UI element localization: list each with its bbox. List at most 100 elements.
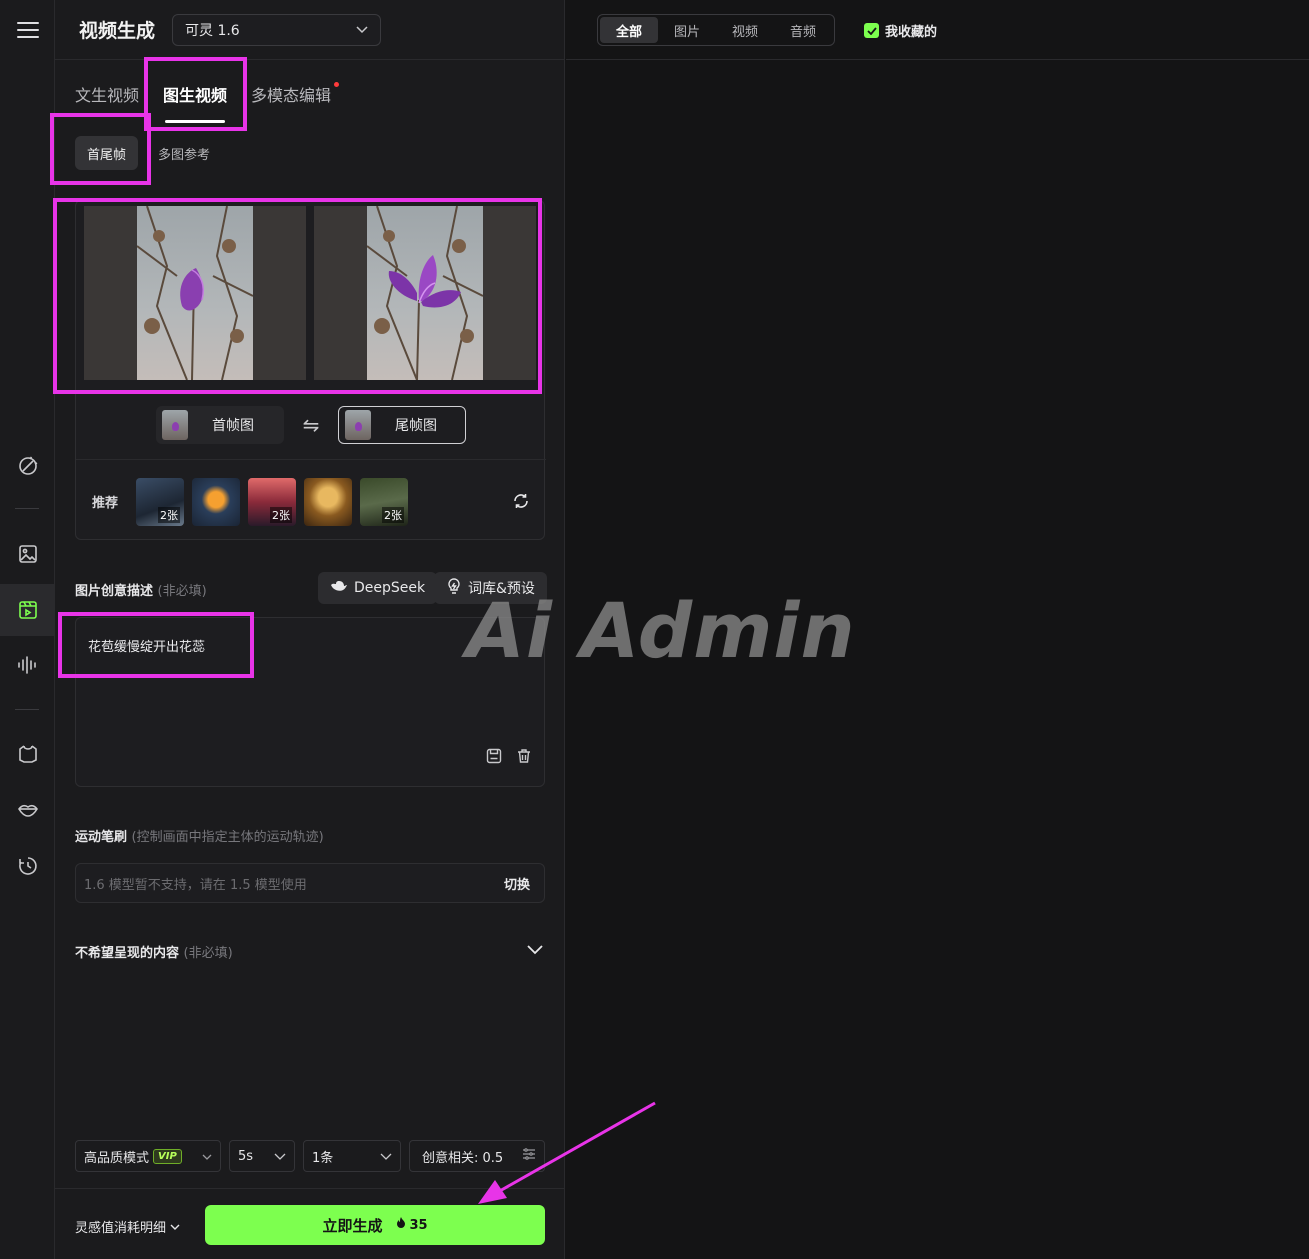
negative-section-label: 不希望呈现的内容 (非必填) (75, 942, 233, 961)
filter-image[interactable]: 图片 (658, 17, 716, 43)
recommend-item[interactable]: 2张 (248, 478, 296, 526)
trash-icon[interactable] (516, 748, 532, 768)
sub-tabs: 首尾帧 多图参考 (75, 136, 222, 170)
menu-icon[interactable] (0, 10, 55, 50)
frame-toggle: 首帧图 ⇋ 尾帧图 (156, 406, 466, 444)
duration-select[interactable]: 5s (229, 1140, 295, 1172)
brush-input[interactable]: 1.6 模型暂不支持，请在 1.5 模型使用 切换 (75, 863, 545, 903)
cost-detail-label: 灵感值消耗明细 (75, 1221, 167, 1236)
last-frame-image[interactable] (314, 206, 536, 380)
refresh-icon[interactable] (512, 492, 530, 514)
results-header: 全部 图片 视频 音频 我收藏的 (566, 0, 1309, 60)
generation-options: 高品质模式 VIP 5s 1条 创意相关: 0.5 (75, 1140, 545, 1172)
last-frame-button[interactable]: 尾帧图 (338, 406, 466, 444)
recommend-item[interactable] (192, 478, 240, 526)
last-frame-label: 尾帧图 (395, 418, 437, 434)
filter-audio[interactable]: 音频 (774, 17, 832, 43)
chevron-down-icon (170, 1219, 180, 1234)
generate-label: 立即生成 (322, 1216, 383, 1235)
rail-divider (15, 508, 39, 509)
creativity-setting[interactable]: 创意相关: 0.5 (409, 1140, 545, 1172)
watermark-text: Ai Admin (466, 586, 856, 675)
model-select[interactable]: 可灵 1.6 (172, 14, 381, 46)
recommend-label: 推荐 (92, 496, 119, 511)
chevron-down-icon (527, 940, 543, 959)
filter-video[interactable]: 视频 (716, 17, 774, 43)
negative-label-text: 不希望呈现的内容 (75, 946, 180, 961)
save-icon[interactable] (486, 748, 502, 768)
creativity-value: 创意相关: 0.5 (422, 1150, 504, 1166)
brush-hint: (控制画面中指定主体的运动轨迹) (131, 830, 324, 845)
first-frame-button[interactable]: 首帧图 (156, 406, 284, 444)
negative-optional: (非必填) (183, 946, 233, 961)
media-filter: 全部 图片 视频 音频 (597, 14, 836, 46)
first-frame-image[interactable] (84, 206, 306, 380)
negative-prompt-toggle[interactable]: 不希望呈现的内容 (非必填) (75, 938, 545, 964)
video-icon[interactable] (0, 584, 55, 636)
chevron-down-icon (356, 22, 368, 38)
tab-image-to-video[interactable]: 图生视频 (163, 78, 227, 123)
deepseek-label: DeepSeek (354, 580, 426, 596)
count-value: 1条 (312, 1150, 334, 1166)
first-frame-thumb (162, 410, 188, 440)
subtab-multi-image-ref[interactable]: 多图参考 (146, 136, 222, 170)
last-frame-thumb (345, 410, 371, 440)
left-rail (0, 0, 55, 1259)
quality-label: 高品质模式 (84, 1150, 150, 1166)
model-select-value: 可灵 1.6 (185, 23, 240, 39)
recommend-count: 2张 (270, 507, 292, 523)
deepseek-whale-icon (330, 579, 348, 597)
rail-divider (15, 709, 39, 710)
prompt-section-label: 图片创意描述 (非必填) (75, 580, 207, 599)
subtab-first-last-frame[interactable]: 首尾帧 (75, 136, 139, 170)
tab-multimodal-edit-label: 多模态编辑 (251, 86, 332, 105)
panel-footer: 灵感值消耗明细 立即生成 35 (55, 1188, 565, 1259)
brush-section-label: 运动笔刷 (控制画面中指定主体的运动轨迹) (75, 826, 324, 845)
quality-mode-select[interactable]: 高品质模式 VIP (75, 1140, 221, 1172)
swap-icon[interactable]: ⇋ (284, 413, 338, 437)
recommend-item[interactable]: 2张 (360, 478, 408, 526)
frames-box: 首帧图 ⇋ 尾帧图 推荐 2张 2张 2张 (75, 200, 546, 541)
page-title: 视频生成 (79, 20, 156, 42)
new-dot-badge (334, 82, 340, 87)
audio-wave-icon[interactable] (0, 645, 55, 685)
recommend-item[interactable]: 2张 (136, 478, 184, 526)
generate-button[interactable]: 立即生成 35 (205, 1205, 545, 1245)
recommend-item[interactable] (304, 478, 352, 526)
history-icon[interactable] (0, 846, 55, 886)
tab-text-to-video[interactable]: 文生视频 (75, 78, 139, 118)
brush-placeholder: 1.6 模型暂不支持，请在 1.5 模型使用 (84, 877, 307, 893)
generate-cost: 35 (396, 1217, 428, 1233)
prompt-label-text: 图片创意描述 (75, 584, 154, 599)
deepseek-button[interactable]: DeepSeek (318, 572, 438, 604)
filter-all[interactable]: 全部 (600, 17, 659, 43)
panel-header: 视频生成 可灵 1.6 (55, 0, 565, 60)
prompt-tools (486, 748, 532, 768)
sliders-icon (522, 1148, 536, 1164)
switch-button[interactable]: 切换 (504, 874, 530, 893)
prompt-text: 花苞缓慢绽开出花蕊 (88, 640, 206, 655)
lips-icon[interactable] (0, 790, 55, 830)
brush-label-text: 运动笔刷 (75, 830, 128, 845)
chevron-down-icon (380, 1149, 392, 1164)
checkbox-icon (864, 23, 879, 38)
recommend-row: 推荐 2张 2张 2张 (76, 459, 546, 541)
cost-detail-link[interactable]: 灵感值消耗明细 (75, 1217, 180, 1236)
recommend-count: 2张 (158, 507, 180, 523)
image-icon[interactable] (0, 534, 55, 574)
generate-cost-value: 35 (409, 1217, 428, 1233)
recommend-count: 2张 (382, 507, 404, 523)
count-select[interactable]: 1条 (303, 1140, 401, 1172)
tab-multimodal-edit[interactable]: 多模态编辑 (251, 78, 340, 118)
first-frame-label: 首帧图 (212, 418, 254, 434)
favorites-label: 我收藏的 (885, 25, 938, 40)
chevron-down-icon (202, 1149, 212, 1164)
duration-value: 5s (238, 1148, 254, 1164)
flame-icon (396, 1217, 406, 1233)
mode-tabs: 文生视频 图生视频 多模态编辑 (75, 78, 355, 123)
chevron-down-icon (274, 1149, 286, 1164)
favorites-checkbox[interactable]: 我收藏的 (864, 21, 937, 40)
vip-badge: VIP (153, 1148, 182, 1164)
shirt-icon[interactable] (0, 734, 55, 774)
edit-magic-icon[interactable] (0, 446, 55, 486)
